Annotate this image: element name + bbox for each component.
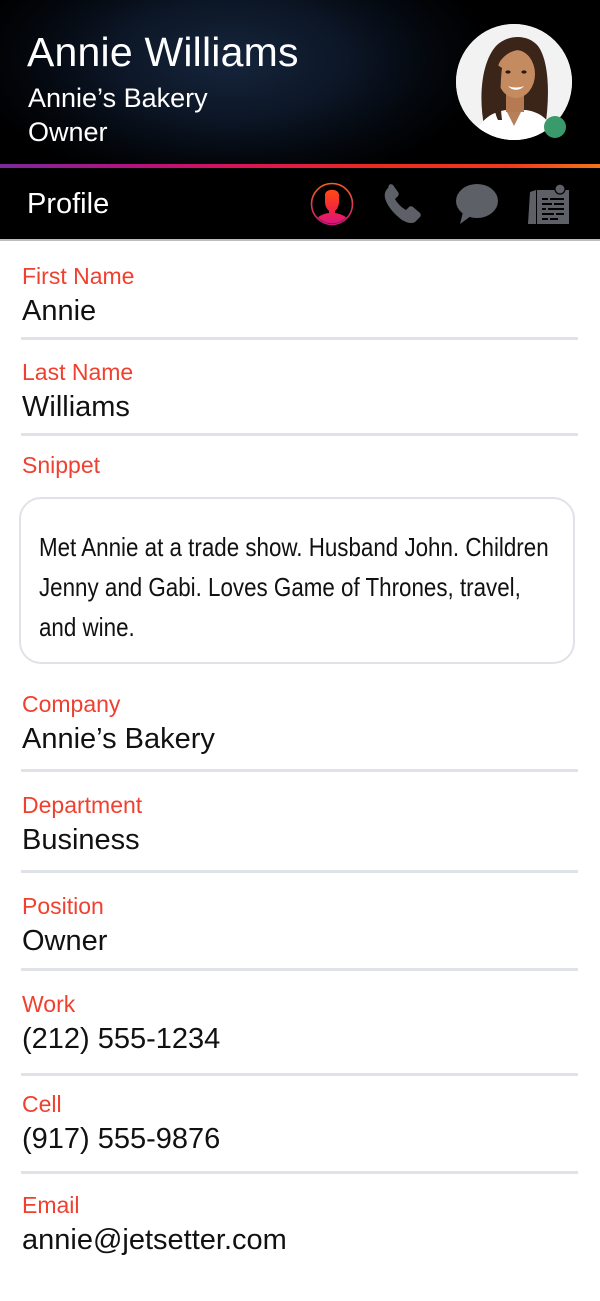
- cell-phone-field[interactable]: Cell (917) 555-9876: [22, 1090, 578, 1156]
- divider: [21, 1073, 578, 1076]
- tab-phone[interactable]: [380, 182, 426, 226]
- email-field[interactable]: Email annie@jetsetter.com: [22, 1191, 578, 1257]
- contact-company: Annie’s Bakery: [28, 83, 208, 113]
- tab-title: Profile: [27, 188, 110, 220]
- contact-header: Annie Williams Annie’s Bakery Owner: [0, 0, 600, 164]
- first-name-label: First Name: [22, 263, 135, 289]
- divider: [21, 1171, 578, 1174]
- company-label: Company: [22, 691, 121, 717]
- email-value[interactable]: annie@jetsetter.com: [22, 1223, 578, 1257]
- department-value[interactable]: Business: [22, 823, 578, 857]
- divider: [21, 433, 578, 436]
- last-name-value[interactable]: Williams: [22, 390, 578, 424]
- divider: [21, 337, 578, 340]
- tab-profile[interactable]: [309, 182, 355, 226]
- tab-messages[interactable]: [453, 182, 499, 226]
- phone-icon: [384, 184, 421, 224]
- tab-bar-separator: [0, 239, 600, 241]
- tab-bar: Profile: [0, 168, 600, 239]
- first-name-field[interactable]: First Name Annie: [22, 262, 578, 328]
- last-name-label: Last Name: [22, 359, 134, 385]
- contact-name: Annie Williams: [27, 29, 299, 75]
- position-field[interactable]: Position Owner: [22, 892, 578, 958]
- divider: [21, 769, 578, 772]
- person-icon: [310, 182, 354, 226]
- chat-bubble-icon: [456, 184, 498, 224]
- cell-phone-value[interactable]: (917) 555-9876: [22, 1122, 578, 1156]
- snippet-textarea[interactable]: Met Annie at a trade show. Husband John.…: [19, 497, 575, 664]
- first-name-value[interactable]: Annie: [22, 294, 578, 328]
- contact-position: Owner: [28, 117, 108, 147]
- snippet-text: Met Annie at a trade show. Husband John.…: [39, 532, 549, 642]
- email-label: Email: [22, 1192, 80, 1218]
- work-phone-value[interactable]: (212) 555-1234: [22, 1022, 578, 1056]
- position-label: Position: [22, 893, 104, 919]
- notepad-icon: [528, 183, 569, 224]
- company-field[interactable]: Company Annie’s Bakery: [22, 690, 578, 756]
- last-name-field[interactable]: Last Name Williams: [22, 358, 578, 424]
- company-value[interactable]: Annie’s Bakery: [22, 722, 578, 756]
- divider: [21, 968, 578, 971]
- department-field[interactable]: Department Business: [22, 791, 578, 857]
- department-label: Department: [22, 792, 143, 818]
- cell-phone-label: Cell: [22, 1091, 62, 1117]
- snippet-label: Snippet: [22, 452, 101, 478]
- snippet-label-wrap: Snippet: [22, 451, 578, 479]
- work-phone-label: Work: [22, 991, 76, 1017]
- divider: [21, 870, 578, 873]
- online-status-indicator: [544, 116, 566, 138]
- work-phone-field[interactable]: Work (212) 555-1234: [22, 990, 578, 1056]
- position-value[interactable]: Owner: [22, 924, 578, 958]
- tab-notes[interactable]: [526, 182, 572, 226]
